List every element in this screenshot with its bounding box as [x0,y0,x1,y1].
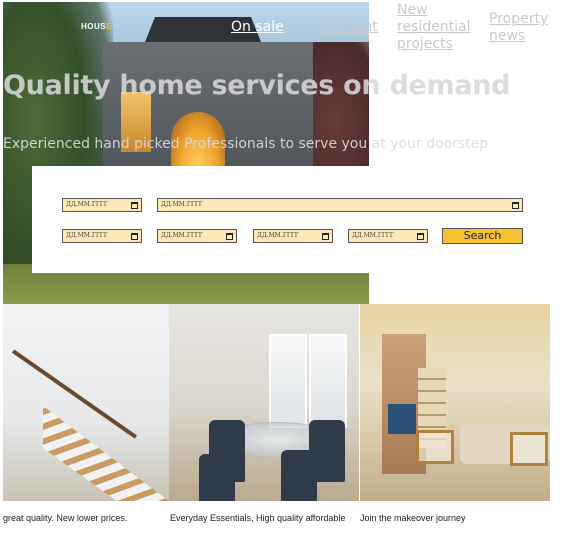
photo-window [309,334,347,428]
photo-wood-chair [416,430,454,464]
date-input[interactable]: ДД.ММ.ГГГГ [157,229,237,243]
date-input-placeholder: ДД.ММ.ГГГГ [257,232,299,239]
calendar-icon[interactable] [322,232,329,240]
gallery-photo-dining-room[interactable] [169,304,359,501]
calendar-icon[interactable] [131,232,138,240]
nav-link-property-news[interactable]: Property news [489,11,559,45]
date-input-placeholder: ДД.ММ.ГГГГ [161,232,203,239]
gallery-photo-staircase[interactable] [3,304,169,501]
nav-link-new-residential-projects[interactable]: New residential projects [397,2,477,53]
logo-text-main: HOUS [81,22,107,31]
date-input[interactable]: ДД.ММ.ГГГГ [253,229,333,243]
photo-staircase-rail [11,349,138,439]
nav-link-on-sale[interactable]: On sale [231,19,284,36]
nav-link-for-rent[interactable]: For rent [323,19,378,36]
search-button[interactable]: Search [442,228,523,244]
search-panel [32,166,369,273]
date-input-placeholder: ДД.ММ.ГГГГ [161,201,203,208]
date-input-placeholder: ДД.ММ.ГГГГ [66,201,108,208]
site-logo[interactable]: HOUSE [81,22,112,31]
date-input[interactable]: ДД.ММ.ГГГГ [62,198,142,212]
hero-subheadline: Experienced hand picked Professionals to… [3,136,489,152]
gallery-caption: Everyday Essentials, High quality afford… [170,513,346,523]
calendar-icon[interactable] [512,201,519,209]
hero-headline: Quality home services on demand [3,70,511,101]
photo-chair [281,450,317,501]
calendar-icon[interactable] [131,201,138,209]
gallery-caption: great quality. New lower prices. [3,513,128,523]
gallery-caption: Join the makeover journey [360,513,466,523]
calendar-icon[interactable] [417,232,424,240]
photo-wood-chair [510,432,548,466]
calendar-icon[interactable] [226,232,233,240]
date-input[interactable]: ДД.ММ.ГГГГ [348,229,428,243]
gallery-photo-living-room[interactable] [360,304,550,501]
photo-window [269,334,307,428]
photo-firebox [388,404,416,434]
date-input[interactable]: ДД.ММ.ГГГГ [62,229,142,243]
date-input-placeholder: ДД.ММ.ГГГГ [352,232,394,239]
logo-text-accent: E [106,22,112,31]
date-input-placeholder: ДД.ММ.ГГГГ [66,232,108,239]
date-input-wide[interactable]: ДД.ММ.ГГГГ [157,198,523,212]
photo-chair [199,454,235,501]
